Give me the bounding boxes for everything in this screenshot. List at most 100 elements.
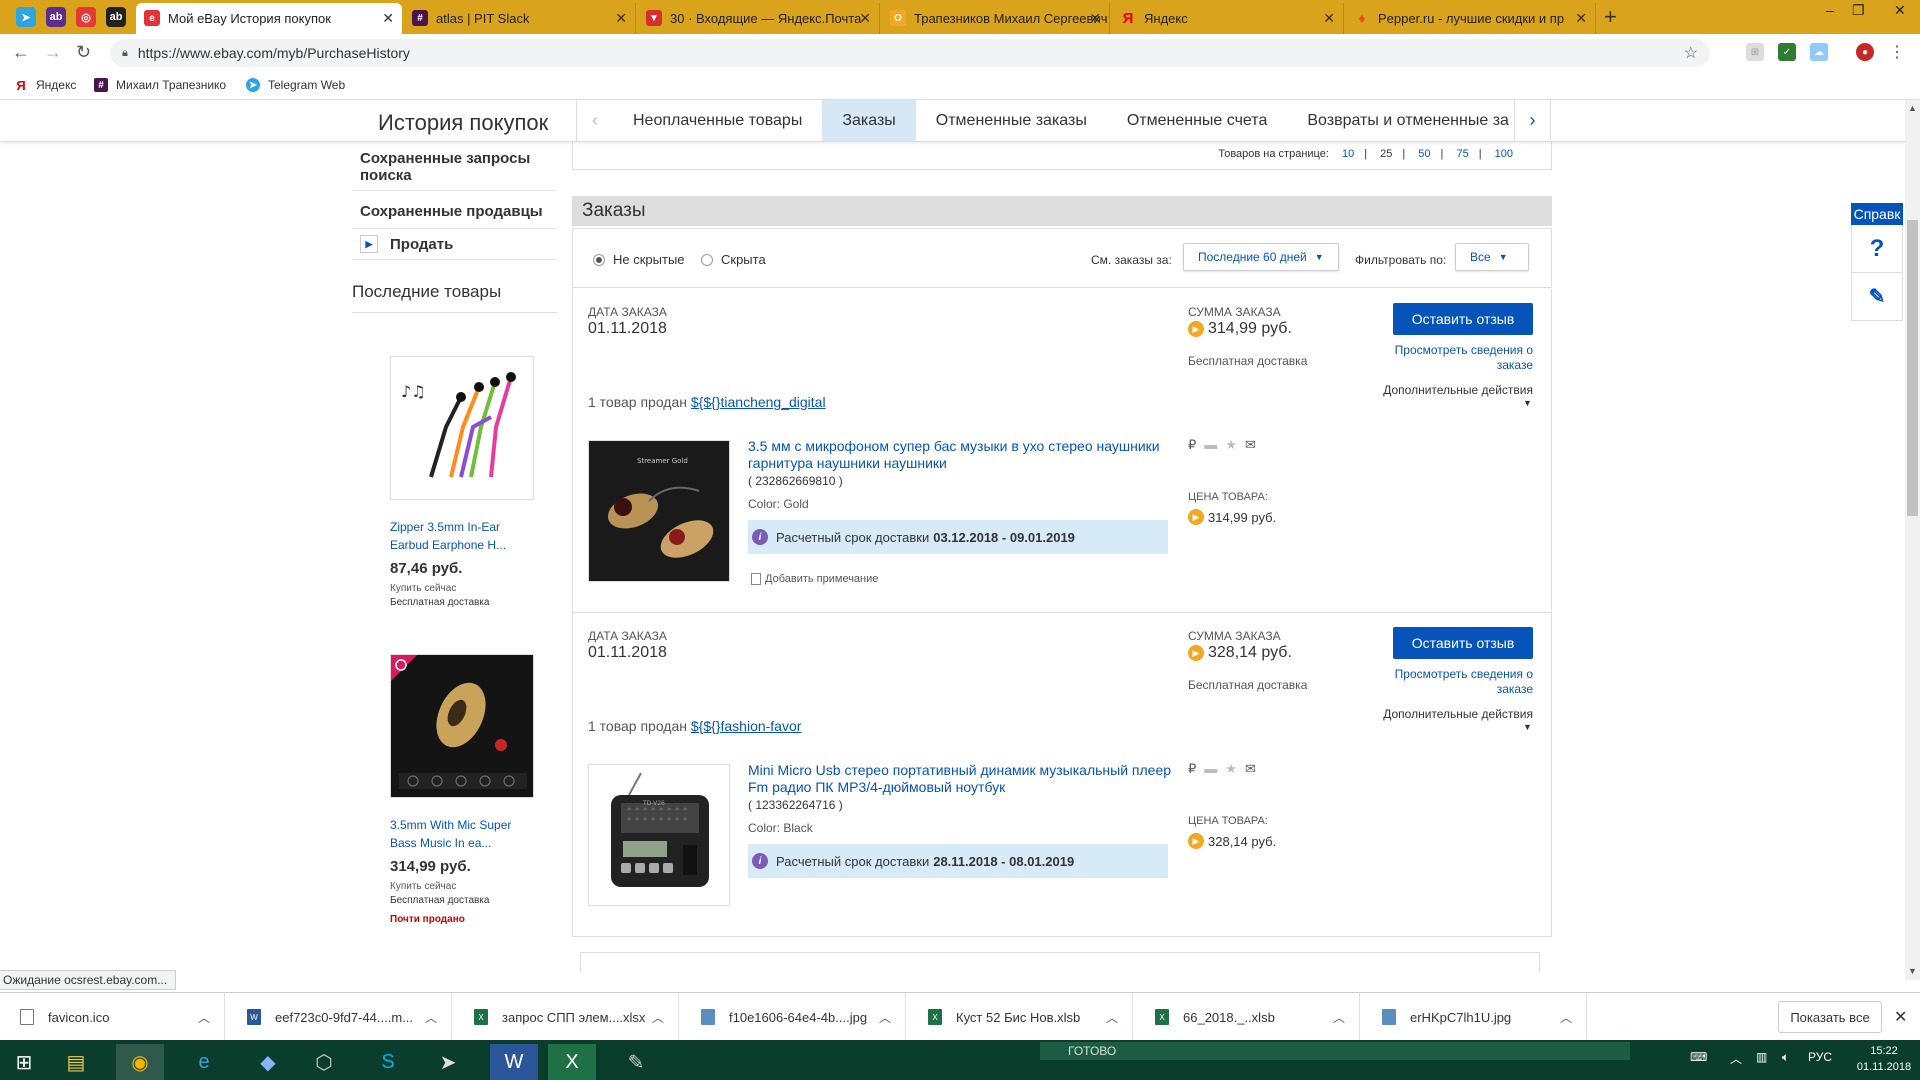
extension-icon[interactable]: ☁ <box>1810 43 1828 61</box>
paint-icon[interactable]: ✎ <box>612 1044 660 1080</box>
chevron-up-icon[interactable]: ︿ <box>879 1009 891 1026</box>
tab-slack[interactable]: # atlas | PIT Slack ✕ <box>404 3 636 34</box>
seller-link[interactable]: ${${}fashion-favor <box>691 718 802 734</box>
profile-avatar[interactable]: ● <box>1856 43 1874 61</box>
order-item-title[interactable]: Mini Micro Usb стерео портативный динами… <box>748 762 1178 796</box>
pinned-tab-icon[interactable]: ◎ <box>76 7 96 27</box>
tab-pepper[interactable]: ♦ Pepper.ru - лучшие скидки и пр ✕ <box>1346 3 1596 34</box>
chevron-left-icon[interactable]: ‹ <box>577 110 613 131</box>
download-item[interactable]: W eef723c0-9fd7-44....m... ︿ <box>227 993 452 1041</box>
per-page-option[interactable]: 25 <box>1380 148 1392 160</box>
close-icon[interactable]: ✕ <box>1323 10 1335 27</box>
expand-icon[interactable]: ▶ <box>360 235 378 253</box>
system-clock[interactable]: 15:22 01.11.2018 <box>1854 1043 1914 1075</box>
extension-icon[interactable]: ✓ <box>1778 43 1796 61</box>
close-icon[interactable]: ✕ <box>859 10 871 27</box>
back-icon[interactable]: ← <box>12 42 30 63</box>
chevron-up-icon[interactable]: ︿ <box>1106 1009 1118 1026</box>
recent-item-image[interactable]: ♪♫ <box>390 356 534 500</box>
skype-icon[interactable]: S <box>364 1044 412 1080</box>
add-note-link[interactable]: Добавить примечание <box>751 573 878 585</box>
chrome-icon[interactable]: ◉ <box>116 1044 164 1080</box>
order-item-image[interactable]: Streamer Gold <box>588 440 730 582</box>
close-icon[interactable]: ✕ <box>615 10 627 27</box>
order-item-image[interactable]: TD-V26 <box>588 764 730 906</box>
extension-icon[interactable]: ⊞ <box>1746 43 1764 61</box>
tab-ebay[interactable]: e Мой eBay История покупок ✕ <box>136 3 402 34</box>
scroll-thumb[interactable] <box>1907 220 1918 516</box>
question-icon[interactable]: ? <box>1851 225 1903 273</box>
download-item[interactable]: X Куст 52 Бис Нов.xlsb ︿ <box>908 993 1133 1041</box>
nav-sell[interactable]: ▶ Продать <box>352 229 557 260</box>
volume-icon[interactable]: 🔈︎ <box>1782 1050 1789 1065</box>
virtualbox-icon[interactable]: ⬡ <box>300 1044 348 1080</box>
download-item[interactable]: f10e1606-64e4-4b....jpg ︿ <box>681 993 906 1041</box>
language-indicator[interactable]: РУС <box>1808 1050 1832 1064</box>
bookmark-star-icon[interactable]: ☆ <box>1684 43 1698 63</box>
telegram-pinned-tab-icon[interactable]: ➤ <box>16 7 36 27</box>
chevron-up-icon[interactable]: ︿ <box>1333 1009 1345 1026</box>
leave-feedback-button[interactable]: Оставить отзыв <box>1393 303 1533 335</box>
page-scrollbar[interactable]: ▲ ▼ <box>1905 100 1920 980</box>
chevron-up-icon[interactable]: ︿ <box>1560 1009 1572 1026</box>
bookmark-profile[interactable]: # Михаил Трапезнико <box>94 78 226 92</box>
download-item[interactable]: erHKpC7lh1U.jpg ︿ <box>1362 993 1587 1041</box>
chevron-right-icon[interactable]: › <box>1514 100 1550 141</box>
tab-cancelled-invoices[interactable]: Отмененные счета <box>1107 100 1288 141</box>
per-page-option[interactable]: 100 <box>1495 148 1513 160</box>
view-order-details-link[interactable]: Просмотреть сведения о заказе <box>1383 343 1533 373</box>
tab-returns[interactable]: Возвраты и отмененные за <box>1287 100 1529 141</box>
word-icon[interactable]: W <box>490 1044 538 1080</box>
tab-unpaid[interactable]: Неоплаченные товары <box>613 100 822 141</box>
forward-icon[interactable]: → <box>44 42 62 63</box>
close-icon[interactable]: ✕ <box>1575 10 1587 27</box>
recent-item[interactable]: 3.5mm With Mic Super Bass Music In ea...… <box>390 654 540 925</box>
keyboard-icon[interactable]: ⌨ <box>1690 1050 1707 1064</box>
feedback-form-icon[interactable]: ✎ <box>1851 273 1903 321</box>
window-close-icon[interactable]: ✕ <box>1894 2 1906 19</box>
per-page-option[interactable]: 75 <box>1456 148 1468 160</box>
close-icon[interactable]: ✕ <box>1089 10 1101 27</box>
recent-item-name[interactable]: 3.5mm With Mic Super Bass Music In ea... <box>390 816 540 852</box>
windows-start-icon[interactable]: ⊞ <box>0 1044 48 1080</box>
bookmark-yandex[interactable]: Я Яндекс <box>14 78 76 93</box>
download-item[interactable]: X запрос СПП элем....xlsx ︿ <box>454 993 679 1041</box>
per-page-option[interactable]: 50 <box>1418 148 1430 160</box>
close-icon[interactable]: ✕ <box>1894 1007 1907 1027</box>
close-icon[interactable]: ✕ <box>382 10 394 27</box>
download-item[interactable]: X 66_2018._..xlsb ︿ <box>1135 993 1360 1041</box>
address-bar[interactable]: 🔒︎ https://www.ebay.com/myb/PurchaseHist… <box>110 39 1710 67</box>
period-dropdown[interactable]: Последние 60 дней ▼ <box>1183 243 1339 271</box>
view-order-details-link[interactable]: Просмотреть сведения о заказе <box>1383 667 1533 697</box>
tab-orders[interactable]: Заказы <box>822 100 916 141</box>
caret-down-icon[interactable]: ▼ <box>1523 398 1532 408</box>
caret-down-icon[interactable]: ▼ <box>1523 722 1532 732</box>
recent-item-name[interactable]: Zipper 3.5mm In-Ear Earbud Earphone H... <box>390 518 540 554</box>
new-tab-button[interactable]: + <box>1604 4 1617 30</box>
tab-cancelled-orders[interactable]: Отмененные заказы <box>916 100 1107 141</box>
chevron-up-icon[interactable]: ︿ <box>652 1009 664 1026</box>
scroll-down-icon[interactable]: ▼ <box>1908 966 1917 976</box>
app-icon[interactable]: ◆ <box>244 1044 292 1080</box>
chevron-up-icon[interactable]: ︿ <box>425 1009 437 1026</box>
download-item[interactable]: favicon.ico ︿ <box>0 993 225 1041</box>
nav-saved-sellers[interactable]: Сохраненные продавцы <box>352 191 557 229</box>
scroll-up-icon[interactable]: ▲ <box>1908 103 1917 113</box>
pinned-tab-icon[interactable]: ab <box>46 7 66 27</box>
help-label[interactable]: Справк <box>1851 203 1903 225</box>
bookmark-telegram[interactable]: ➤ Telegram Web <box>246 78 345 92</box>
leave-feedback-button[interactable]: Оставить отзыв <box>1393 627 1533 659</box>
chevron-up-icon[interactable]: ︿ <box>198 1009 210 1026</box>
show-all-downloads-button[interactable]: Показать все <box>1778 1001 1882 1033</box>
file-explorer-icon[interactable]: ▤ <box>52 1044 100 1080</box>
tab-profile[interactable]: O Трапезников Михаил Сергеевич ✕ <box>882 3 1110 34</box>
network-icon[interactable]: ▥ <box>1756 1050 1767 1064</box>
order-item-title[interactable]: 3.5 мм с микрофоном супер бас музыки в у… <box>748 438 1178 472</box>
filter-dropdown[interactable]: Все ▼ <box>1455 243 1529 271</box>
radio-hidden[interactable]: Скрыта <box>701 252 766 267</box>
excel-icon[interactable]: X <box>548 1044 596 1080</box>
internet-explorer-icon[interactable]: e <box>180 1044 228 1080</box>
tray-expand-icon[interactable]: ︿ <box>1730 1050 1742 1067</box>
tab-yandex[interactable]: Я Яндекс ✕ <box>1112 3 1344 34</box>
nav-saved-searches[interactable]: Сохраненные запросы поиска <box>352 136 557 191</box>
